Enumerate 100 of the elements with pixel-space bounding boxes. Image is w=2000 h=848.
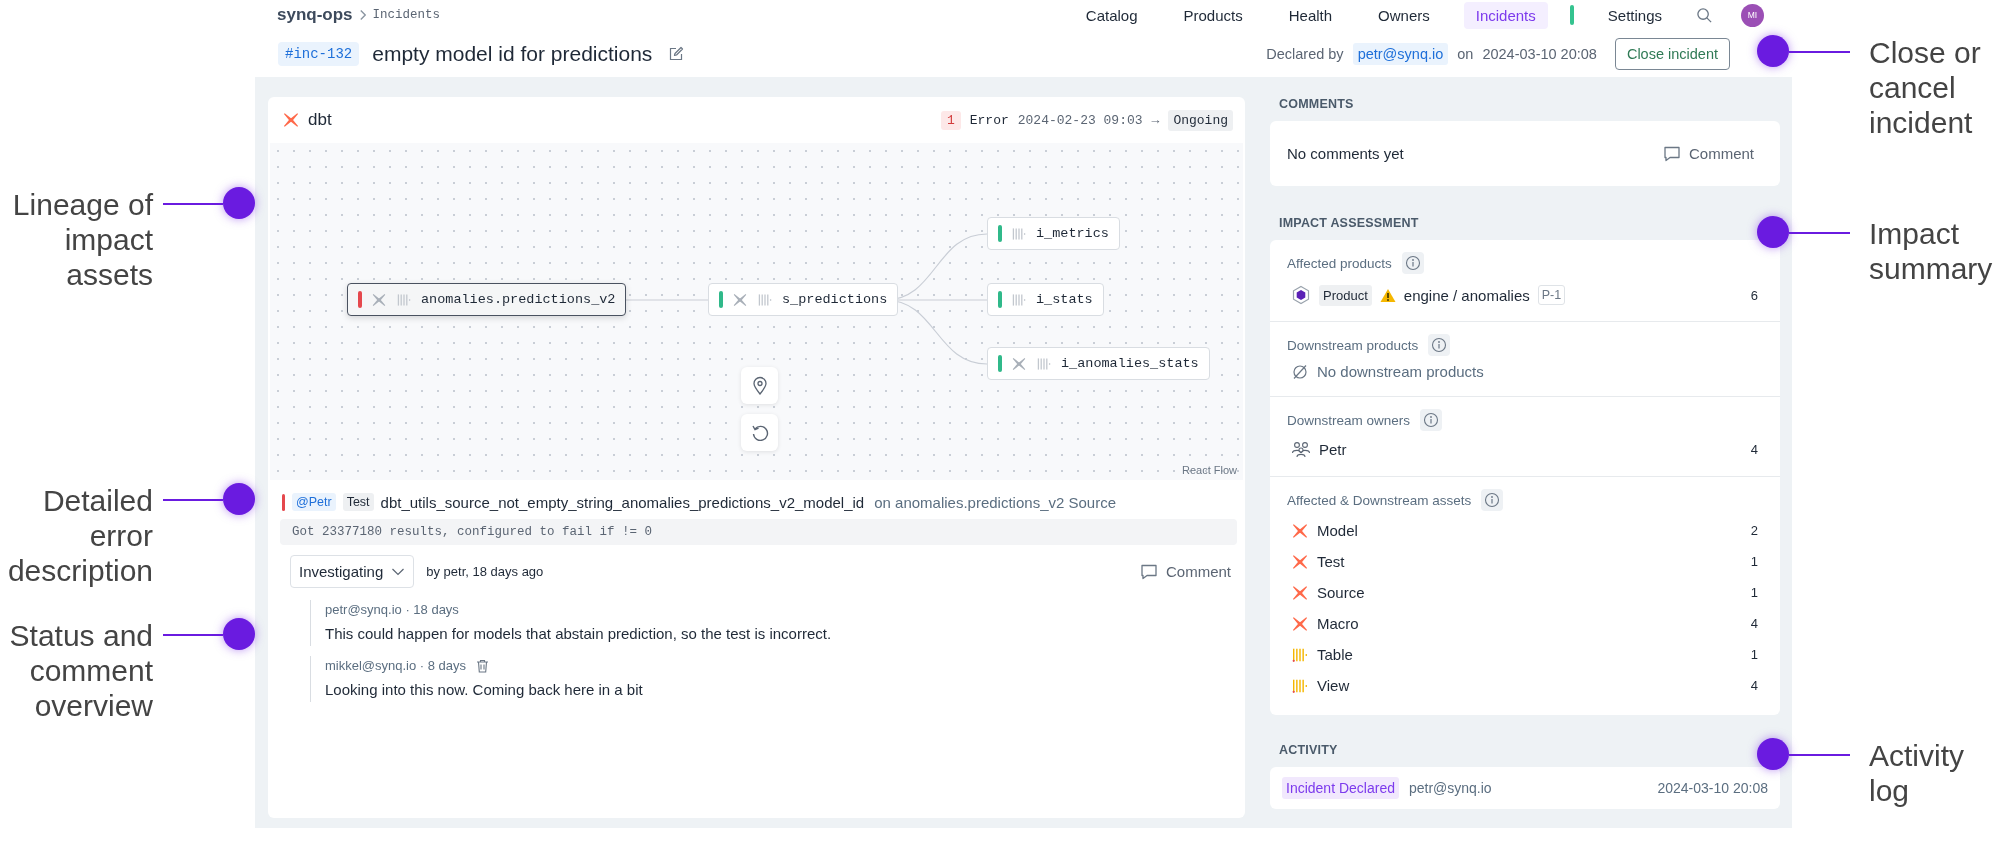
status-author: by petr, 18 days ago — [426, 564, 544, 579]
error-marker — [282, 493, 285, 511]
comment-text: This could happen for models that abstain prediction, so the test is incorrect. — [325, 625, 833, 642]
on-label: on — [1457, 45, 1474, 62]
leader-line — [163, 499, 223, 501]
lineage-node[interactable]: s_predictions — [708, 283, 899, 316]
edit-icon[interactable] — [668, 45, 685, 62]
error-label: Error — [969, 112, 1009, 128]
callout-text: Status and comment overview — [9, 618, 153, 723]
callout-dot — [223, 483, 255, 515]
nav-tab[interactable]: Health — [1276, 1, 1345, 29]
callout-text: Close or cancel incident — [1869, 35, 1981, 140]
incident-title: empty model id for predictions — [372, 41, 653, 66]
dbt-icon — [282, 111, 300, 129]
leader-line — [1789, 754, 1850, 756]
asset-type[interactable]: View — [1317, 677, 1350, 694]
dbt-icon — [371, 291, 387, 308]
event-tag: Incident Declared — [1282, 777, 1399, 799]
table-icon — [1011, 291, 1027, 308]
mention-tag[interactable]: @Petr — [292, 493, 336, 511]
count: 4 — [1750, 616, 1758, 631]
callout-dot — [223, 187, 255, 219]
table-icon — [1011, 225, 1027, 242]
locate-button[interactable] — [741, 367, 778, 404]
table-icon — [396, 291, 412, 308]
count: 4 — [1750, 678, 1758, 693]
trash-icon[interactable] — [476, 658, 490, 673]
declared-label: Declared by — [1266, 45, 1344, 62]
asset-location: on anomalies.predictions_v2 Source — [874, 493, 1116, 511]
product-tag: Product — [1319, 284, 1372, 306]
status-tag: Ongoing — [1168, 109, 1233, 131]
asset-type[interactable]: Model — [1317, 522, 1358, 539]
asset-type[interactable]: Source — [1317, 584, 1365, 601]
section-heading: ACTIVITY — [1278, 743, 1339, 757]
event-user: petr@synq.io — [1408, 780, 1492, 796]
leader-line — [163, 634, 223, 636]
asset-type[interactable]: Macro — [1317, 615, 1359, 632]
status-indicator — [1569, 5, 1574, 25]
close-incident-button[interactable]: Close incident — [1614, 37, 1730, 70]
priority-tag: P-1 — [1537, 285, 1566, 305]
breadcrumb-link[interactable]: Incidents — [372, 8, 441, 22]
info-icon — [1428, 334, 1451, 356]
status-dropdown[interactable]: Investigating — [290, 555, 415, 588]
product-hexagon-icon — [1291, 285, 1311, 305]
nav-tab[interactable]: Products — [1171, 1, 1255, 29]
dbt-icon — [1011, 355, 1027, 372]
nav-tab[interactable]: Incidents — [1463, 1, 1548, 29]
comment-button[interactable]: Comment — [1662, 144, 1754, 163]
lineage-node[interactable]: i_stats — [987, 283, 1104, 316]
count: 1 — [1750, 585, 1758, 600]
comment-button[interactable]: Comment — [1139, 562, 1231, 581]
nav-tab[interactable]: Owners — [1366, 1, 1442, 29]
incident-id: #inc-132 — [278, 41, 360, 66]
product-name[interactable]: engine / anomalies — [1403, 286, 1530, 304]
section-label: Affected products — [1287, 255, 1392, 271]
lineage-node[interactable]: i_anomalies_stats — [987, 347, 1210, 380]
declared-date: 2024-03-10 20:08 — [1482, 45, 1597, 62]
section-heading: COMMENTS — [1278, 97, 1355, 111]
comment-text: Looking into this now. Coming back here in a bit — [325, 681, 644, 698]
empty-set-icon — [1291, 362, 1309, 381]
user-link[interactable]: petr@synq.io — [1352, 42, 1449, 65]
owner-name[interactable]: Petr — [1319, 440, 1347, 458]
comment-meta: petr@synq.io · 18 days — [325, 602, 459, 617]
search-icon[interactable] — [1696, 6, 1713, 24]
nav-tab[interactable]: Settings — [1595, 1, 1674, 29]
people-icon — [1291, 440, 1311, 458]
count: 2 — [1750, 523, 1758, 538]
callout-text: Activity log — [1869, 738, 1964, 808]
section-heading: IMPACT ASSESSMENT — [1278, 216, 1420, 230]
error-message: Got 23377180 results, configured to fail if != 0 — [280, 519, 1237, 545]
comment-icon — [1662, 144, 1681, 163]
chevron-icon — [359, 10, 366, 20]
asset-type[interactable]: Table — [1317, 646, 1353, 663]
chevron-down-icon — [391, 566, 406, 577]
attribution-link[interactable]: React Flow — [1181, 464, 1237, 476]
nav-tab[interactable]: Catalog — [1073, 1, 1150, 29]
count: 1 — [1750, 647, 1758, 662]
callout-text: Detailed error description — [7, 483, 153, 588]
type-tag: Test — [342, 493, 374, 511]
workspace-name[interactable]: synq-ops — [277, 5, 353, 25]
reset-button[interactable] — [741, 414, 778, 451]
section-label: Downstream owners — [1287, 412, 1411, 428]
table-icon — [757, 291, 773, 308]
test-name: dbt_utils_source_not_empty_string_anomalies_predictions_v2_model_id — [380, 493, 865, 511]
info-icon — [1481, 489, 1504, 511]
empty-message: No downstream products — [1317, 363, 1484, 380]
callout-text: Impact summary — [1869, 216, 1993, 286]
event-time: 2024-03-10 20:08 — [1657, 780, 1768, 796]
count: 1 — [1750, 554, 1758, 569]
table-icon — [1036, 355, 1052, 372]
section-label: Downstream products — [1287, 337, 1419, 353]
start-time: 2024-02-23 09:03 — [1017, 112, 1143, 128]
lineage-node[interactable]: i_metrics — [987, 217, 1120, 250]
comment-icon — [1139, 562, 1158, 581]
lineage-node[interactable]: anomalies.predictions_v2 — [347, 283, 627, 316]
error-count: 1 — [940, 110, 961, 130]
source-name: dbt — [308, 110, 332, 130]
asset-type[interactable]: Test — [1317, 553, 1345, 570]
leader-line — [1789, 232, 1850, 234]
user-avatar[interactable]: MI — [1741, 3, 1764, 27]
